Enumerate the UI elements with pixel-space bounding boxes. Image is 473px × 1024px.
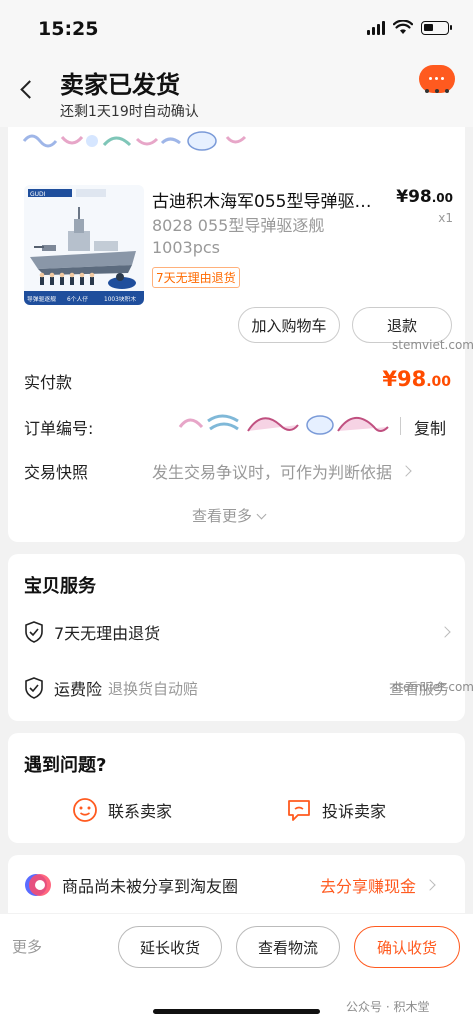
- services-title: 宝贝服务: [24, 576, 96, 597]
- auto-confirm-countdown: 还剩1天19时自动确认: [60, 104, 199, 120]
- paid-amount-label: 实付款: [24, 373, 73, 392]
- taoyou-circle-icon: [25, 874, 51, 896]
- problems-card: 遇到问题? 联系卖家 投诉卖家: [8, 733, 465, 843]
- order-number-label: 订单编号:: [24, 419, 94, 438]
- extend-receipt-button[interactable]: 延长收货: [118, 926, 222, 968]
- paid-amount: ¥98.00: [382, 367, 451, 391]
- footer-watermark: 公众号 · 积木堂: [346, 1000, 430, 1014]
- shield-check-icon: [25, 621, 43, 643]
- warship-box-art: GUDI 导弹驱逐舰 6个人仔 1003块积木: [24, 185, 144, 305]
- chevron-right-icon: [424, 879, 436, 891]
- more-button[interactable]: 更多: [12, 936, 42, 957]
- service-item-returns[interactable]: 7天无理由退货: [24, 620, 451, 644]
- shield-check-icon: [25, 677, 43, 699]
- share-banner[interactable]: 商品尚未被分享到淘友圈 去分享赚现金: [8, 855, 465, 913]
- smiley-chat-icon: [73, 798, 97, 822]
- copy-divider: [400, 417, 401, 435]
- svg-text:1003块积木: 1003块积木: [104, 295, 136, 303]
- contact-seller-button[interactable]: 联系卖家: [72, 797, 172, 823]
- battery-icon: [421, 20, 452, 35]
- confirm-receipt-button[interactable]: 确认收货: [354, 926, 460, 968]
- share-text: 商品尚未被分享到淘友圈: [62, 877, 239, 896]
- problems-title: 遇到问题?: [24, 755, 107, 776]
- service-item-shipping-insurance[interactable]: 运费险 退换货自动赔 查看服务: [24, 676, 449, 700]
- svg-text:6个人仔: 6个人仔: [67, 295, 88, 303]
- svg-text:导弹驱逐舰: 导弹驱逐舰: [27, 295, 56, 303]
- status-bar: 15:25: [0, 0, 473, 55]
- product-price: ¥98.00: [396, 187, 453, 207]
- svg-text:GUDI: GUDI: [30, 191, 46, 198]
- page-title: 卖家已发货: [60, 71, 180, 99]
- order-number-sticker-icon: [178, 414, 389, 435]
- share-action[interactable]: 去分享赚现金: [320, 873, 436, 897]
- status-icons: [367, 20, 452, 35]
- chevron-right-icon: [439, 626, 451, 638]
- more-dots-icon[interactable]: [425, 89, 449, 93]
- wifi-icon: [393, 20, 413, 34]
- product-spec: 8028 055型导弹驱逐舰 1003pcs: [152, 216, 325, 257]
- snapshot-label: 交易快照: [24, 463, 89, 482]
- status-time: 15:25: [38, 18, 99, 40]
- shop-name-sticker-icon: [22, 131, 247, 151]
- home-indicator: [153, 1009, 320, 1014]
- order-header: 卖家已发货 还剩1天19时自动确认: [0, 55, 473, 127]
- product-image[interactable]: GUDI 导弹驱逐舰 6个人仔 1003块积木: [24, 185, 144, 305]
- return-policy-badge: 7天无理由退货: [152, 267, 240, 288]
- back-arrow-icon[interactable]: [18, 77, 38, 101]
- copy-order-number-button[interactable]: 复制: [414, 415, 446, 439]
- chevron-right-icon: [400, 465, 412, 477]
- add-to-cart-button[interactable]: 加入购物车: [238, 307, 340, 343]
- site-watermark-2: stemviet.com: [392, 680, 473, 694]
- view-logistics-button[interactable]: 查看物流: [236, 926, 340, 968]
- view-more-button[interactable]: 查看更多: [192, 505, 267, 526]
- product-quantity: x1: [438, 211, 453, 225]
- snapshot-hint[interactable]: 发生交易争议时，可作为判断依据: [152, 459, 412, 483]
- product-title[interactable]: 古迪积木海军055型导弹驱逐舰: [152, 187, 382, 212]
- site-watermark: stemviet.com: [392, 338, 473, 352]
- services-card: 宝贝服务 7天无理由退货 运费险 退换货自动赔 查看服务: [8, 554, 465, 721]
- chevron-down-icon: [256, 509, 267, 520]
- cellular-signal-icon: [367, 20, 385, 35]
- complaint-icon: [288, 800, 310, 821]
- order-card: GUDI 导弹驱逐舰 6个人仔 1003块积木 古迪积木海军055型导弹驱逐舰 …: [8, 127, 465, 542]
- complain-seller-button[interactable]: 投诉卖家: [286, 797, 386, 823]
